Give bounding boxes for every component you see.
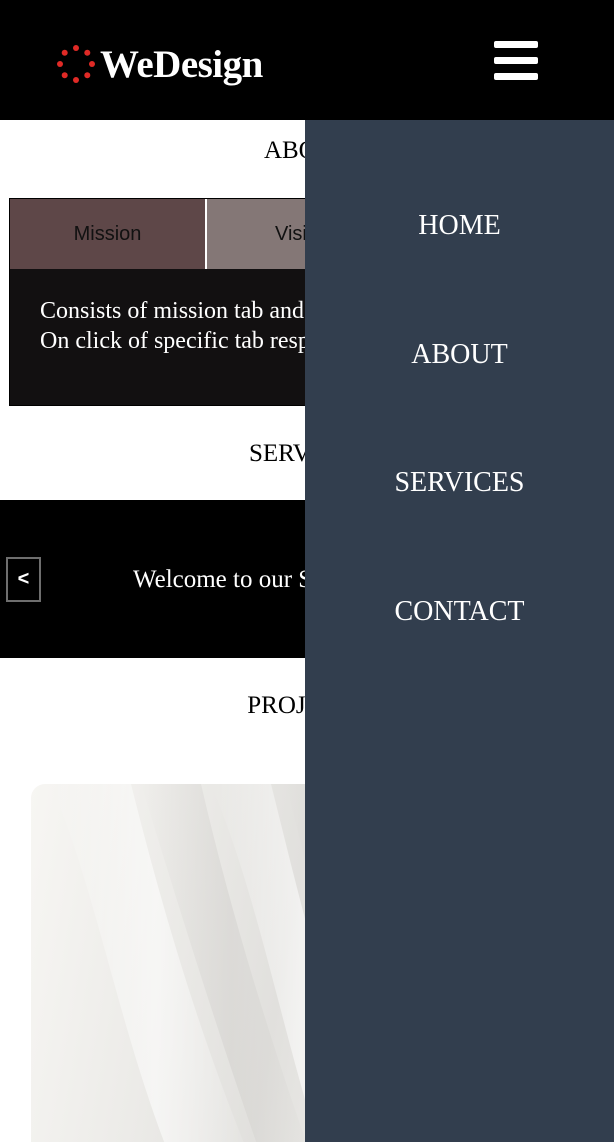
mobile-nav-menu: HOME ABOUT SERVICES CONTACT [305,120,614,1142]
nav-item-contact[interactable]: CONTACT [305,598,614,626]
slider-prev-button[interactable]: < [6,557,41,602]
dotted-circle-logo-icon [57,45,95,83]
tab-mission[interactable]: Mission [10,199,207,269]
hamburger-bar [494,73,538,80]
brand-logo[interactable]: WeDesign [56,40,263,88]
brand-name: WeDesign [100,42,263,86]
hamburger-menu-icon[interactable] [494,41,538,81]
nav-item-services[interactable]: SERVICES [305,469,614,497]
site-header: WeDesign [0,0,614,120]
nav-item-about[interactable]: ABOUT [305,341,614,369]
hamburger-bar [494,41,538,48]
hamburger-bar [494,57,538,64]
nav-item-home[interactable]: HOME [305,212,614,240]
